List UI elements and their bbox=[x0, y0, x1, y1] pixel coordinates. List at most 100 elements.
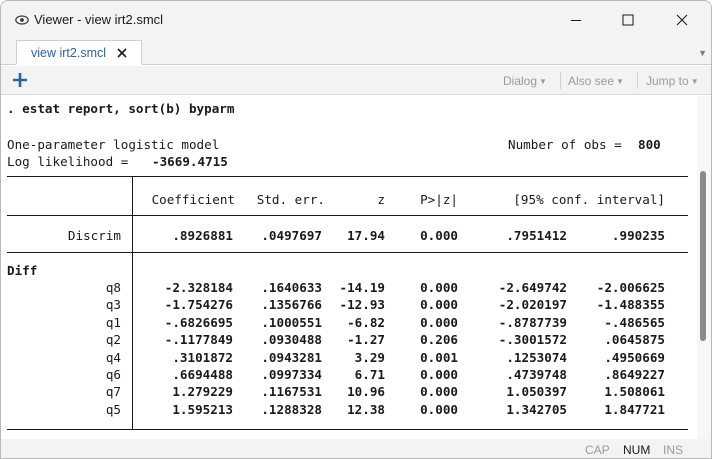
cell-ci-low: 1.342705 bbox=[506, 401, 567, 417]
obs-label: Number of obs = bbox=[508, 137, 622, 152]
header-conf-interval: [95% conf. interval] bbox=[513, 192, 665, 207]
tab-close-icon[interactable] bbox=[116, 47, 128, 59]
table-rule-bottom bbox=[7, 429, 688, 430]
loglik-label: Log likelihood = bbox=[7, 154, 129, 169]
discrim-z: 17.94 bbox=[347, 228, 385, 243]
row-label: q5 bbox=[105, 401, 121, 417]
cell-ci-high: .4950669 bbox=[604, 349, 665, 365]
cell-coef: -.1177849 bbox=[164, 332, 233, 348]
cell-z: 12.38 bbox=[347, 401, 385, 417]
row-label: q6 bbox=[105, 367, 121, 382]
header-p-value: P>|z| bbox=[420, 192, 458, 207]
output-pane: . estat report, sort(b) byparm One-param… bbox=[1, 96, 697, 439]
cell-se: .1167531 bbox=[261, 384, 322, 400]
table-column-divider bbox=[132, 176, 133, 430]
cell-ci-low: 1.050397 bbox=[506, 384, 567, 400]
cell-se: .1000551 bbox=[261, 314, 322, 330]
discrim-p: 0.000 bbox=[420, 228, 458, 243]
section-label-diff: Diff bbox=[7, 263, 38, 278]
header-coefficient: Coefficient bbox=[151, 192, 235, 207]
jump-to-menu-label: Jump to bbox=[646, 74, 689, 88]
maximize-icon bbox=[622, 14, 634, 26]
cell-se: .1288328 bbox=[261, 401, 322, 417]
eye-icon bbox=[15, 15, 29, 25]
cell-coef: .3101872 bbox=[172, 349, 233, 365]
model-title: One-parameter logistic model bbox=[7, 137, 220, 152]
jump-to-menu[interactable]: Jump to ▼ bbox=[646, 74, 699, 88]
tab-bar: view irt2.smcl ▼ bbox=[1, 39, 711, 65]
header-std-err: Std. err. bbox=[256, 192, 325, 207]
status-cap: CAP bbox=[585, 443, 610, 457]
cell-se: .1356766 bbox=[261, 297, 322, 313]
row-label-discrim: Discrim bbox=[67, 228, 121, 243]
cell-p: 0.000 bbox=[420, 314, 458, 330]
discrim-coef: .8926881 bbox=[172, 228, 233, 243]
also-see-menu[interactable]: Also see ▼ bbox=[568, 74, 624, 88]
row-label: q2 bbox=[105, 332, 121, 348]
cell-z: -1.27 bbox=[347, 332, 385, 348]
also-see-menu-label: Also see bbox=[568, 74, 615, 88]
status-num: NUM bbox=[623, 443, 651, 457]
close-button[interactable] bbox=[659, 1, 705, 39]
row-label: q3 bbox=[105, 297, 121, 313]
cell-ci-low: -.8787739 bbox=[498, 314, 567, 330]
cell-ci-high: -1.488355 bbox=[596, 297, 665, 313]
cell-ci-high: 1.847721 bbox=[604, 401, 665, 417]
row-label: q7 bbox=[105, 384, 121, 400]
tab-label: view irt2.smcl bbox=[31, 45, 107, 60]
obs-value: 800 bbox=[638, 137, 661, 152]
row-label: q4 bbox=[105, 349, 121, 365]
tab-view-irt2[interactable]: view irt2.smcl bbox=[16, 40, 142, 65]
cell-coef: -2.328184 bbox=[164, 280, 233, 295]
cell-p: 0.001 bbox=[420, 349, 458, 365]
chevron-down-icon: ▼ bbox=[539, 77, 547, 86]
cell-ci-low: -.3001572 bbox=[498, 332, 567, 348]
vertical-scrollbar[interactable] bbox=[697, 96, 711, 439]
cell-p: 0.000 bbox=[420, 280, 458, 295]
chevron-down-icon: ▼ bbox=[616, 77, 624, 86]
cell-p: 0.000 bbox=[420, 401, 458, 417]
cell-ci-high: 1.508061 bbox=[604, 384, 665, 400]
plus-icon[interactable] bbox=[11, 71, 29, 89]
cell-se: .0943281 bbox=[261, 349, 322, 365]
cell-z: -12.93 bbox=[339, 297, 386, 313]
window-title: Viewer - view irt2.smcl bbox=[34, 12, 164, 27]
chevron-down-icon: ▼ bbox=[690, 77, 699, 86]
toolbar-divider bbox=[560, 72, 561, 89]
cell-ci-high: -2.006625 bbox=[596, 280, 665, 295]
dialog-menu-label: Dialog bbox=[503, 74, 538, 88]
toolbar: Dialog ▼ Also see ▼ Jump to ▼ bbox=[1, 66, 711, 95]
header-z: z bbox=[377, 192, 385, 207]
table-rule-header bbox=[7, 215, 688, 216]
cell-p: 0.000 bbox=[420, 297, 458, 313]
cell-ci-low: -2.649742 bbox=[498, 280, 567, 295]
minimize-button[interactable] bbox=[553, 1, 599, 39]
cell-ci-high: -.486565 bbox=[604, 314, 665, 330]
row-label: q1 bbox=[105, 314, 121, 330]
cell-z: -14.19 bbox=[339, 280, 386, 295]
cell-se: .0930488 bbox=[261, 332, 322, 348]
cell-p: 0.000 bbox=[420, 384, 458, 400]
discrim-ci-high: .990235 bbox=[611, 228, 665, 243]
scrollbar-thumb[interactable] bbox=[700, 171, 706, 341]
dialog-menu[interactable]: Dialog ▼ bbox=[503, 74, 547, 88]
cell-z: 10.96 bbox=[347, 384, 385, 400]
cell-ci-low: -2.020197 bbox=[498, 297, 567, 313]
cell-ci-low: .4739748 bbox=[506, 367, 567, 382]
cell-coef: -1.754276 bbox=[164, 297, 233, 313]
cell-se: .0997334 bbox=[261, 367, 322, 382]
viewer-window: Viewer - view irt2.smcl view irt2.smcl ▼… bbox=[0, 0, 712, 459]
cell-coef: -.6826695 bbox=[164, 314, 233, 330]
status-ins: INS bbox=[663, 443, 684, 457]
maximize-button[interactable] bbox=[605, 1, 651, 39]
cell-p: 0.000 bbox=[420, 367, 458, 382]
row-label: q8 bbox=[105, 280, 121, 295]
cell-coef: .6694488 bbox=[172, 367, 233, 382]
discrim-se: .0497697 bbox=[261, 228, 322, 243]
table-rule-discrim bbox=[7, 252, 688, 253]
cell-ci-low: .1253074 bbox=[506, 349, 567, 365]
cell-z: 3.29 bbox=[354, 349, 385, 365]
minimize-icon bbox=[571, 20, 581, 21]
toolbar-divider bbox=[637, 72, 638, 89]
tab-list-dropdown-icon[interactable]: ▼ bbox=[698, 48, 707, 58]
